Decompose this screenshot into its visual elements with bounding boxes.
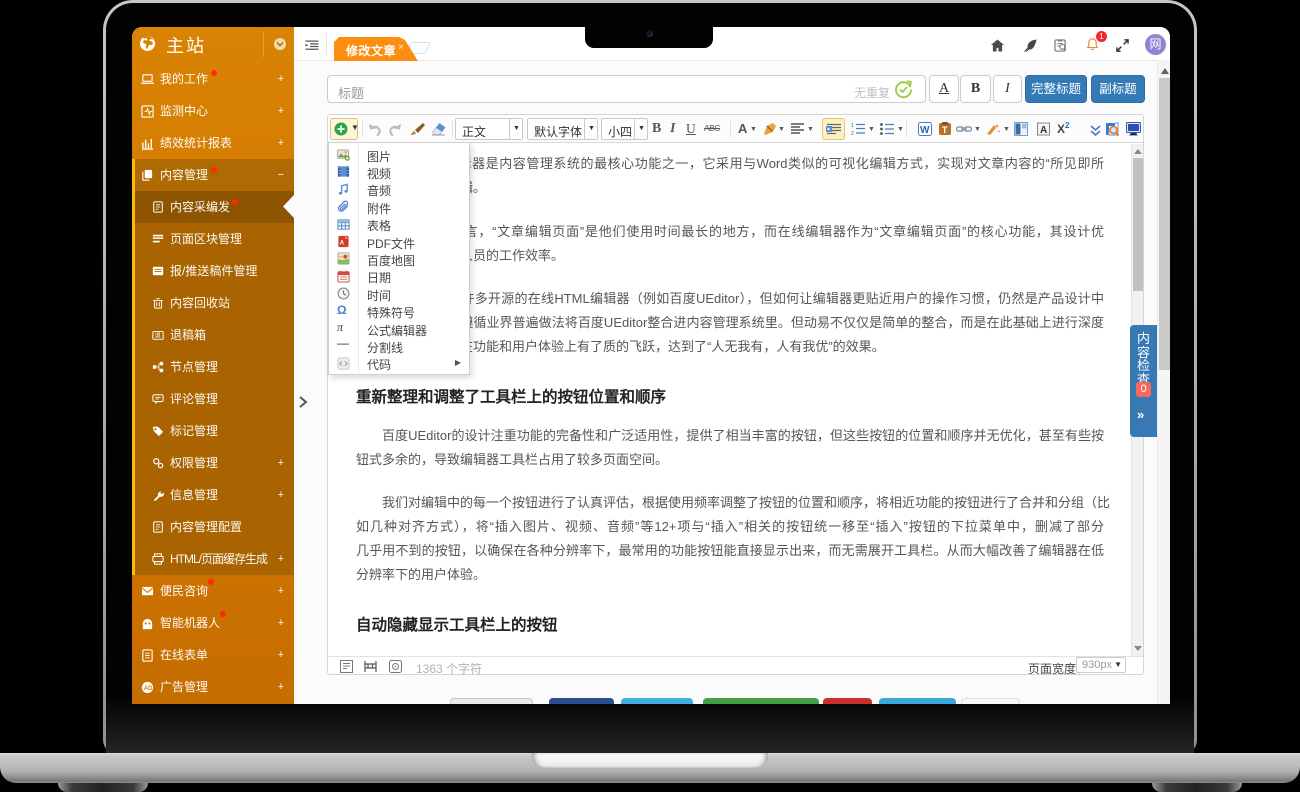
svg-text:1: 1 — [851, 123, 854, 129]
svg-text:2: 2 — [851, 131, 854, 136]
svg-text:A: A — [1040, 125, 1047, 136]
svg-text:A: A — [340, 240, 345, 246]
svg-text:W: W — [920, 125, 930, 136]
svg-text:T: T — [942, 125, 948, 135]
svg-text:退: 退 — [155, 331, 161, 339]
svg-text:AD: AD — [144, 685, 153, 691]
